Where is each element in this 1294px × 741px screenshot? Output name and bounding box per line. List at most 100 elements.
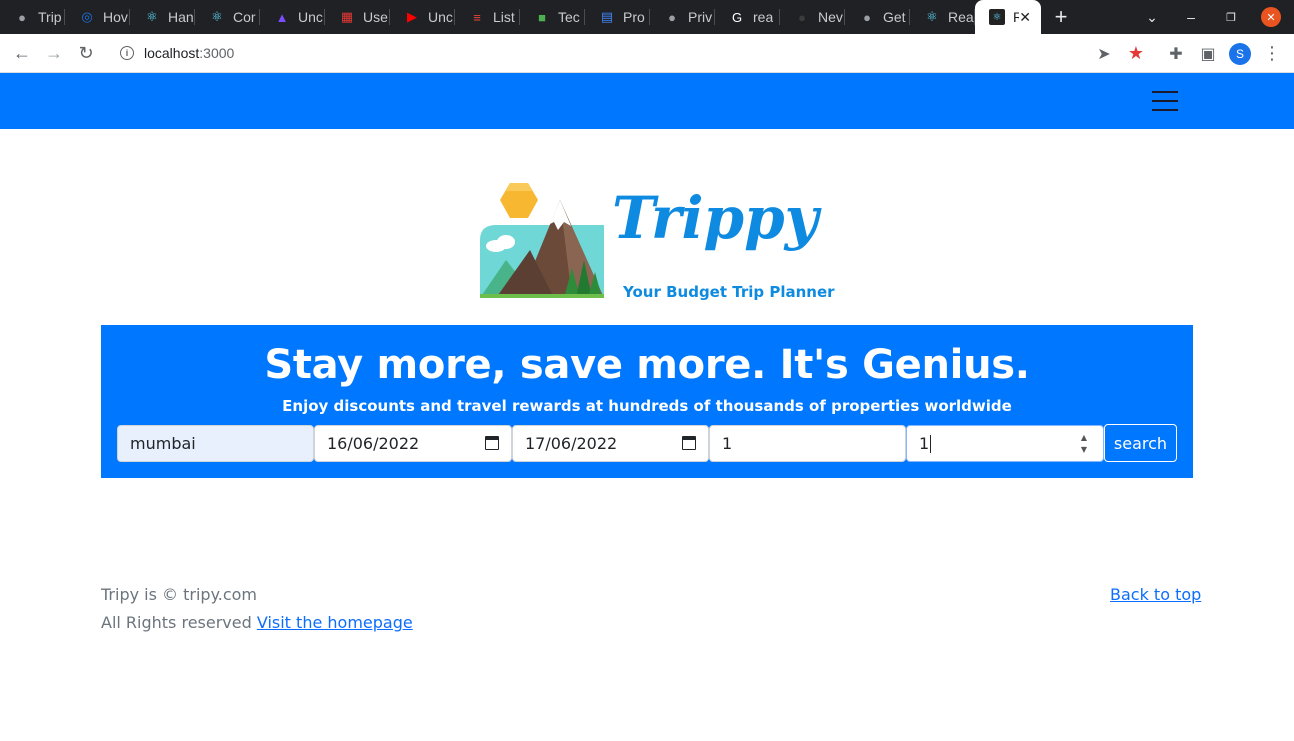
info-icon[interactable]: i: [120, 46, 134, 60]
calendar-icon[interactable]: [485, 436, 499, 450]
tab-title: Nev: [818, 9, 843, 25]
new-tab-button[interactable]: +: [1041, 0, 1081, 34]
tab-title: Trip: [38, 9, 62, 25]
tab[interactable]: ≡ List: [455, 0, 520, 34]
checkout-value: 17/06/2022: [525, 434, 618, 453]
search-hero: Stay more, save more. It's Genius. Enjoy…: [101, 325, 1193, 478]
tab-title: Use: [363, 9, 388, 25]
tab-title: Get: [883, 9, 906, 25]
restore-icon[interactable]: ❐: [1216, 0, 1246, 34]
react-icon: ⚛: [211, 9, 223, 24]
site-navbar: [0, 73, 1294, 129]
tab[interactable]: ▤ Pro: [585, 0, 650, 34]
back-to-top-link[interactable]: Back to top: [1110, 585, 1201, 604]
guests-input[interactable]: 1: [709, 425, 906, 462]
loop-icon: ◎: [81, 9, 93, 24]
checkin-date-input[interactable]: 16/06/2022: [314, 425, 512, 462]
cube-icon: ■: [538, 9, 546, 25]
rocket-icon: ▲: [275, 9, 289, 25]
text-caret: [930, 434, 932, 453]
url-host: localhost: [144, 45, 200, 61]
checkout-date-input[interactable]: 17/06/2022: [512, 425, 709, 462]
react-icon: ⚛: [146, 9, 158, 24]
tab-title: Unc: [298, 9, 323, 25]
react-icon: ⚛: [989, 9, 1005, 25]
hero-headline: Stay more, save more. It's Genius.: [264, 342, 1030, 388]
close-icon[interactable]: ✕: [1019, 9, 1031, 26]
tab[interactable]: ■ Tec: [520, 0, 585, 34]
tab[interactable]: ⚛ Rea: [910, 0, 975, 34]
doc-icon: ▤: [600, 9, 614, 24]
tab-title: Unc: [428, 9, 453, 25]
hero-subline: Enjoy discounts and travel rewards at hu…: [282, 397, 1012, 415]
extensions-puzzle-icon[interactable]: ✚: [1160, 34, 1192, 73]
profile-avatar[interactable]: S: [1224, 34, 1256, 73]
tab-title: rea: [753, 9, 774, 25]
send-icon[interactable]: ➤: [1088, 34, 1120, 73]
tab-title: List: [493, 9, 515, 25]
list-icon: ≡: [473, 9, 481, 25]
tab[interactable]: ◎ Hov: [65, 0, 130, 34]
minimize-icon[interactable]: –: [1176, 0, 1206, 34]
address-bar[interactable]: i localhost:3000: [108, 37, 1148, 69]
side-panel-icon[interactable]: ▣: [1192, 34, 1224, 73]
tab-title: Pro: [623, 9, 645, 25]
back-arrow-icon[interactable]: ←: [6, 37, 38, 69]
globe-icon: ●: [863, 9, 871, 25]
tab[interactable]: ▶ Unc: [390, 0, 455, 34]
tab[interactable]: ● Trip: [0, 0, 65, 34]
browser-toolbar: ← → ↻ i localhost:3000 ➤ ★ ✚ ▣ S ⋮: [0, 34, 1294, 73]
tab[interactable]: ● Priv: [650, 0, 715, 34]
tab-title: Hov: [103, 9, 128, 25]
logo-wordmark: Trippy: [612, 184, 823, 252]
tab-active[interactable]: ⚛ R ✕: [975, 0, 1041, 34]
rooms-value: 1: [919, 434, 930, 453]
footer-rights: All Rights reserved Visit the homepage: [101, 613, 413, 632]
tab-title: Priv: [688, 9, 713, 25]
logo-tagline: Your Budget Trip Planner: [622, 283, 835, 301]
number-spinner[interactable]: ▲ ▼: [1079, 433, 1089, 455]
tab[interactable]: ● Nev: [780, 0, 845, 34]
window-close-button[interactable]: ✕: [1258, 0, 1284, 34]
google-icon: G: [731, 9, 743, 25]
calendar-icon[interactable]: [682, 436, 696, 450]
tab-title: Tec: [558, 9, 580, 25]
forward-arrow-icon[interactable]: →: [38, 37, 70, 69]
tab[interactable]: ▲ Unc: [260, 0, 325, 34]
grid-icon: ▦: [340, 9, 354, 24]
globe-icon: ●: [668, 9, 676, 25]
youtube-icon: ▶: [407, 9, 417, 24]
homepage-link[interactable]: Visit the homepage: [257, 613, 413, 632]
tab[interactable]: ● Get: [845, 0, 910, 34]
spinner-up-icon[interactable]: ▲: [1081, 433, 1087, 443]
bookmark-star-icon[interactable]: ★: [1120, 34, 1152, 73]
site-logo: Trippy Your Budget Trip Planner: [476, 180, 836, 305]
spinner-down-icon[interactable]: ▼: [1081, 445, 1087, 455]
tab[interactable]: ⚛ Cor: [195, 0, 260, 34]
tab-title: Cor: [233, 9, 256, 25]
tab[interactable]: Grea: [715, 0, 780, 34]
footer-copyright: Tripy is © tripy.com: [101, 585, 258, 604]
tab-list: ● Trip ◎ Hov ⚛ Han ⚛ Cor ▲ Unc ▦ Use ▶ Unc ≡ List ■ Tec ▤ P…: [0, 0, 975, 34]
hamburger-icon-bar: [1152, 109, 1178, 111]
destination-value: mumbai: [130, 434, 196, 453]
footer-rights-text: All Rights reserved: [101, 613, 257, 632]
menu-kebab-icon[interactable]: ⋮: [1256, 34, 1288, 73]
checkin-value: 16/06/2022: [327, 434, 420, 453]
url-port: :3000: [199, 45, 235, 61]
tab-title: Rea: [948, 9, 974, 25]
close-icon: ✕: [1261, 7, 1281, 27]
tab[interactable]: ⚛ Han: [130, 0, 195, 34]
github-icon: ●: [798, 9, 806, 25]
guests-value: 1: [722, 434, 733, 453]
tab[interactable]: ▦ Use: [325, 0, 390, 34]
search-button[interactable]: search: [1104, 424, 1177, 462]
reload-icon[interactable]: ↻: [70, 37, 102, 69]
destination-input[interactable]: mumbai: [117, 425, 314, 462]
hamburger-icon-bar: [1152, 91, 1178, 93]
tab-search-icon[interactable]: ⌄: [1136, 0, 1168, 34]
browser-tabstrip: ● Trip ◎ Hov ⚛ Han ⚛ Cor ▲ Unc ▦ Use ▶ Unc ≡ List ■ Tec ▤ P…: [0, 0, 1294, 34]
navbar-toggler-button[interactable]: [1145, 85, 1185, 117]
react-icon: ⚛: [926, 9, 938, 24]
rooms-input[interactable]: 1 ▲ ▼: [906, 425, 1104, 462]
